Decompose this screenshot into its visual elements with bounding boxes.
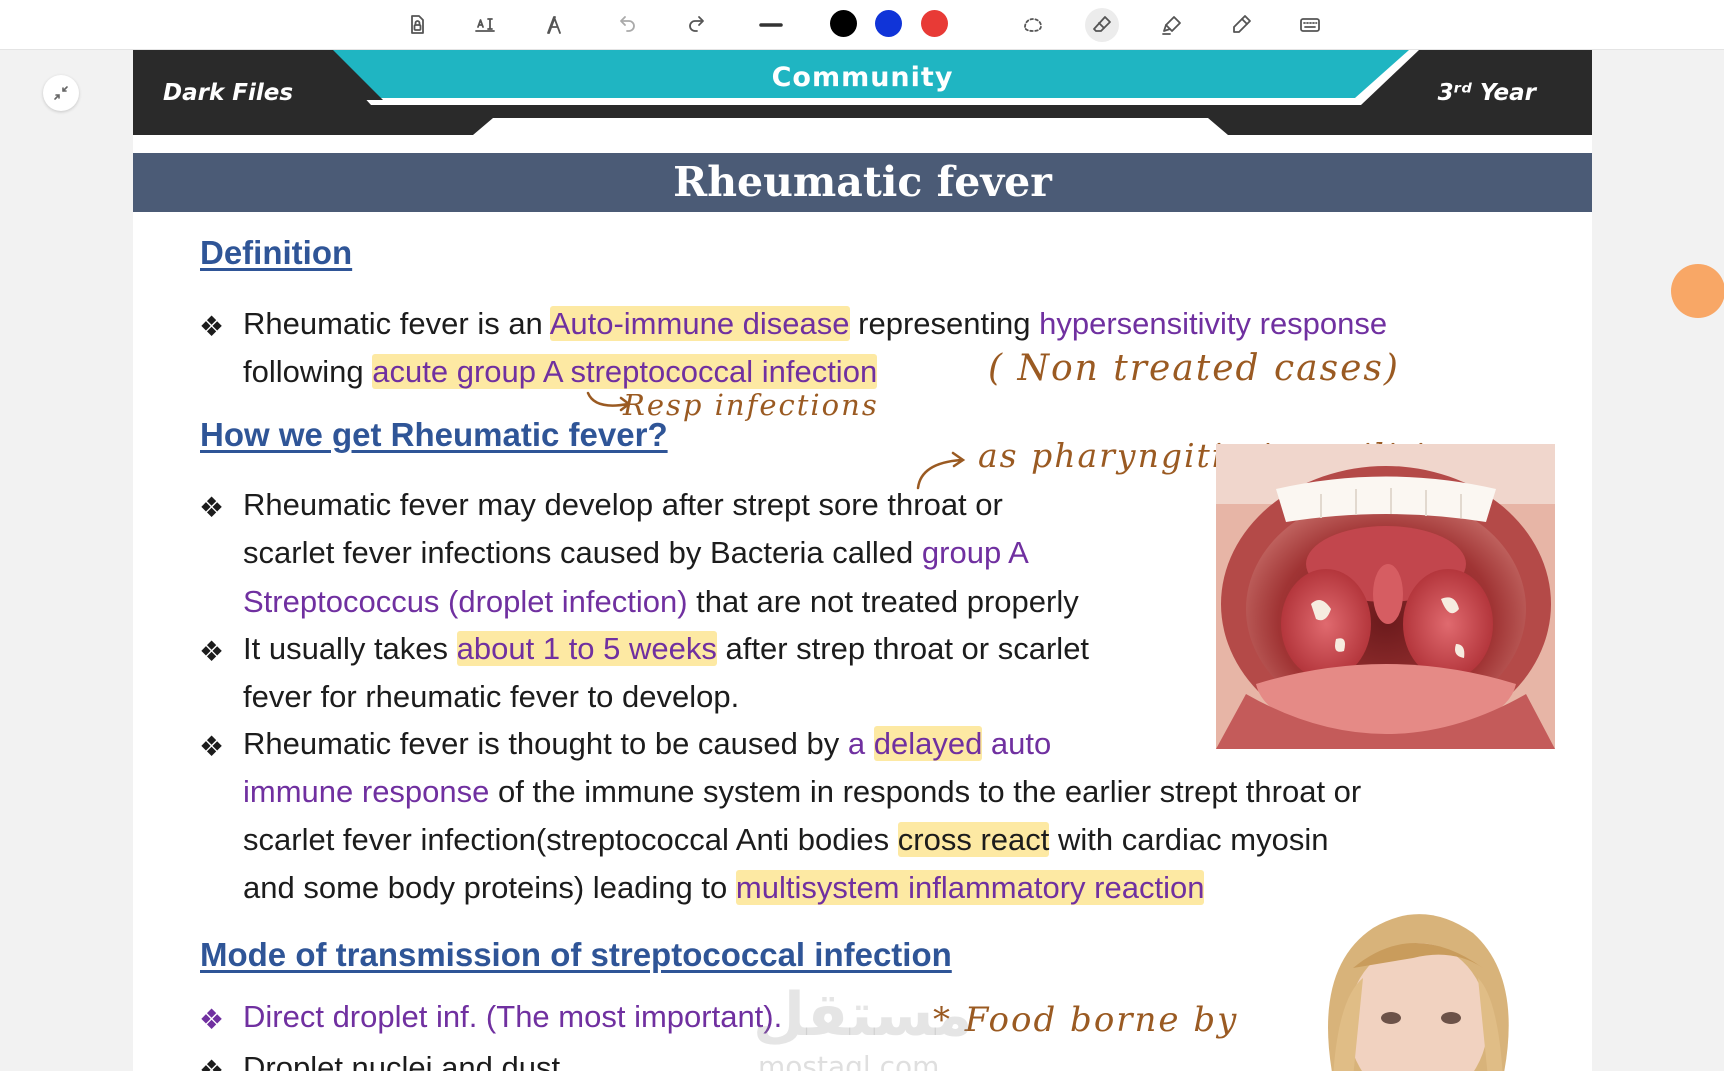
handwritten-note-nontreated: ( Non treated cases) (988, 348, 1400, 389)
how-bullet-1-line-3: Streptococcus (droplet infection) that a… (243, 584, 1079, 619)
bullet-icon: ❖ (199, 1055, 225, 1071)
definition-line-2: following acute group A streptococcal in… (243, 354, 878, 389)
line-width-icon[interactable] (754, 8, 788, 42)
watermark-latin: mostaql.com (758, 1050, 940, 1071)
handwritten-note-food: * Food borne by (933, 1000, 1239, 1040)
page-title: Rheumatic fever (133, 153, 1592, 212)
mode-heading: Mode of transmission of streptococcal in… (200, 936, 952, 973)
how-heading: How we get Rheumatic fever? (200, 416, 668, 453)
header-right-label: 3ʳᵈ Year (1437, 80, 1536, 106)
definition-heading: Definition (200, 234, 353, 271)
header-center-label: Community (771, 62, 954, 93)
how-bullet-2-line-2: fever for rheumatic fever to develop. (243, 679, 740, 714)
bullet-icon: ❖ (199, 1004, 225, 1035)
document-page: Dark Files Community 3ʳᵈ Year Rheumatic … (133, 50, 1592, 1071)
pen-icon[interactable] (1224, 8, 1258, 42)
mode-bullet-1: Direct droplet inf. (The most important)… (243, 999, 783, 1034)
how-bullet-3-line-2: immune response of the immune system in … (243, 774, 1362, 809)
bullet-icon: ❖ (199, 492, 225, 523)
lock-document-icon[interactable] (400, 8, 434, 42)
annotation-toolbar (0, 0, 1724, 50)
highlighter-icon[interactable] (1155, 8, 1189, 42)
black-swatch[interactable] (830, 10, 857, 37)
watermark-arabic: مستقل (753, 980, 973, 1050)
child-photo-image (1328, 914, 1509, 1071)
how-bullet-2-line-1: It usually takes about 1 to 5 weeks afte… (243, 631, 1090, 666)
how-bullet-3-line-1: Rheumatic fever is thought to be caused … (243, 726, 1052, 761)
text-style-icon[interactable] (537, 8, 571, 42)
collapse-icon[interactable] (43, 75, 79, 111)
bullet-icon: ❖ (199, 731, 225, 762)
blue-swatch[interactable] (875, 10, 902, 37)
undo-icon[interactable] (609, 8, 643, 42)
eraser-icon[interactable] (1085, 8, 1119, 42)
throat-infection-image (1216, 444, 1555, 749)
floating-assistant-button[interactable] (1671, 264, 1724, 318)
how-bullet-1-line-1: Rheumatic fever may develop after strept… (243, 487, 1003, 522)
how-bullet-1-line-2: scarlet fever infections caused by Bacte… (243, 535, 1029, 570)
mode-bullet-2: Droplet nuclei and dust (243, 1050, 561, 1071)
bullet-icon: ❖ (199, 311, 225, 342)
bullet-icon: ❖ (199, 636, 225, 667)
lasso-icon[interactable] (1016, 8, 1050, 42)
redo-icon[interactable] (681, 8, 715, 42)
keyboard-icon[interactable] (1293, 8, 1327, 42)
definition-line-1: Rheumatic fever is an Auto-immune diseas… (243, 306, 1388, 341)
red-swatch[interactable] (921, 10, 948, 37)
how-bullet-3-line-3: scarlet fever infection(streptococcal An… (243, 822, 1329, 857)
text-box-icon[interactable] (468, 8, 502, 42)
how-bullet-3-line-4: and some body proteins) leading to multi… (243, 870, 1205, 905)
